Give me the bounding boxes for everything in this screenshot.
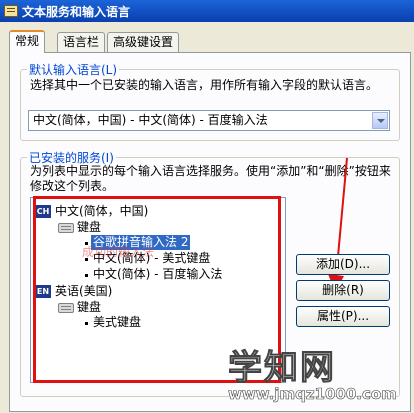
tab-general[interactable]: 常规 [9,30,46,53]
tab-advanced-key-settings[interactable]: 高级键设置 [107,32,180,52]
remove-button[interactable]: 删除(R) [296,280,390,301]
keyboard-app-icon [4,5,18,17]
english-language-tag: EN [35,285,51,298]
bullet-icon [85,322,88,325]
default-language-legend: 默认输入语言(L) [27,61,120,78]
default-language-value: 中文(简体，中国) - 中文(简体) - 百度输入法 [33,113,268,127]
title-bar: 文本服务和输入语言 [0,0,414,22]
chevron-down-icon[interactable] [372,112,388,129]
watermark-url: www.jmqz1000.com [228,385,397,404]
faded-overlay-text: 成功的输入法 [82,245,155,259]
red-arrow-annotation [328,157,348,292]
tree-item-us-keyboard[interactable]: 美式键盘 [93,315,141,330]
keyboard-icon [58,303,74,313]
watermark-title: 学知网 [228,348,336,389]
properties-button[interactable]: 属性(P)... [296,306,390,327]
default-language-description: 选择其中一个已安装的输入语言，用作所有输入字段的默认语言。 [30,78,379,92]
default-language-select[interactable]: 中文(简体，中国) - 中文(简体) - 百度输入法 [28,110,390,131]
add-button[interactable]: 添加(D)... [296,254,390,275]
tree-keyboard-group-english[interactable]: 键盘 [77,300,101,315]
tree-language-english[interactable]: 英语(美国) [55,284,112,299]
tree-keyboard-group-chinese[interactable]: 键盘 [77,220,101,235]
keyboard-icon [58,223,74,233]
tab-language-bar[interactable]: 语言栏 [57,32,106,52]
tree-language-chinese[interactable]: 中文(简体，中国) [55,204,148,219]
tree-item-baidu-ime[interactable]: 中文(简体) - 百度输入法 [93,267,222,282]
chinese-language-tag: CH [35,205,51,218]
bullet-icon [85,274,88,277]
window-title: 文本服务和输入语言 [22,4,131,19]
